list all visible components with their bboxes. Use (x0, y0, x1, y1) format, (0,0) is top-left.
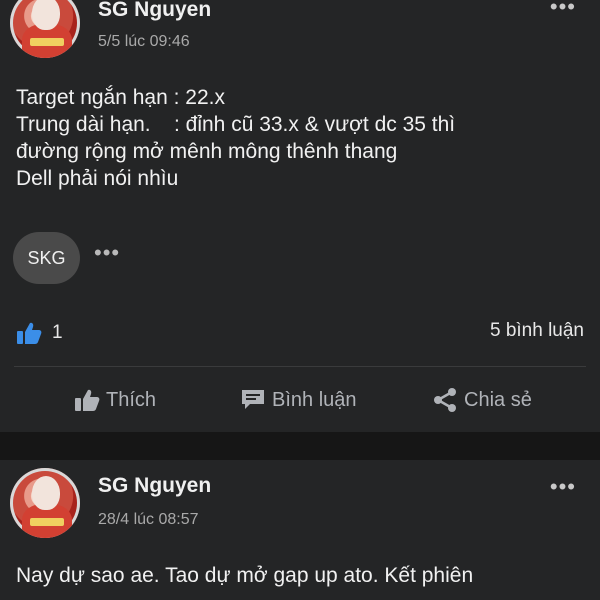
post-content: Target ngắn hạn : 22.x Trung dài hạn. : … (16, 84, 586, 192)
share-button-label: Chia sẻ (464, 388, 532, 411)
comment-count[interactable]: 5 bình luận (490, 320, 584, 342)
post-timestamp[interactable]: 28/4 lúc 08:57 (98, 511, 199, 529)
stock-tag-chip[interactable]: SKG (13, 232, 80, 284)
author-name[interactable]: SG Nguyen (98, 0, 211, 22)
share-icon (434, 388, 456, 412)
like-count: 1 (52, 322, 63, 343)
like-button[interactable]: Thích (74, 380, 156, 420)
more-dots-icon[interactable]: ••• (94, 242, 120, 264)
comment-button[interactable]: Bình luận (240, 380, 357, 420)
content-line: Trung dài hạn. : đỉnh cũ 33.x & vượt dc … (16, 113, 456, 136)
reaction-summary[interactable]: 1 (16, 318, 63, 348)
author-name[interactable]: SG Nguyen (98, 474, 211, 498)
post-content: Nay dự sao ae. Tao dự mở gap up ato. Kết… (16, 562, 586, 589)
divider (14, 366, 586, 367)
post-actions: Thích Bình luận Chia sẻ (0, 380, 600, 420)
post-timestamp[interactable]: 5/5 lúc 09:46 (98, 33, 190, 51)
post-card: SG Nguyen 28/4 lúc 08:57 ••• Nay dự sao … (0, 460, 600, 600)
comment-icon (242, 390, 264, 409)
author-avatar[interactable] (10, 0, 80, 58)
content-line: Target ngắn hạn : 22.x (16, 86, 225, 109)
more-dots-icon[interactable]: ••• (550, 476, 576, 498)
comment-button-label: Bình luận (272, 388, 357, 411)
share-button[interactable]: Chia sẻ (432, 380, 532, 420)
content-line: đường rộng mở mênh mông thênh thang (16, 140, 398, 163)
post-separator (0, 432, 600, 460)
post-card: SG Nguyen 5/5 lúc 09:46 ••• Target ngắn … (0, 0, 600, 432)
like-button-label: Thích (106, 388, 157, 411)
content-line: Nay dự sao ae. Tao dự mở gap up ato. Kết… (16, 564, 474, 587)
news-feed: SG Nguyen 5/5 lúc 09:46 ••• Target ngắn … (0, 0, 600, 600)
thumbs-up-icon (17, 322, 42, 344)
thumbs-up-icon (75, 389, 100, 411)
author-avatar[interactable] (10, 468, 80, 538)
content-line: Dell phải nói nhìu (16, 167, 179, 190)
more-dots-icon[interactable]: ••• (550, 0, 576, 18)
